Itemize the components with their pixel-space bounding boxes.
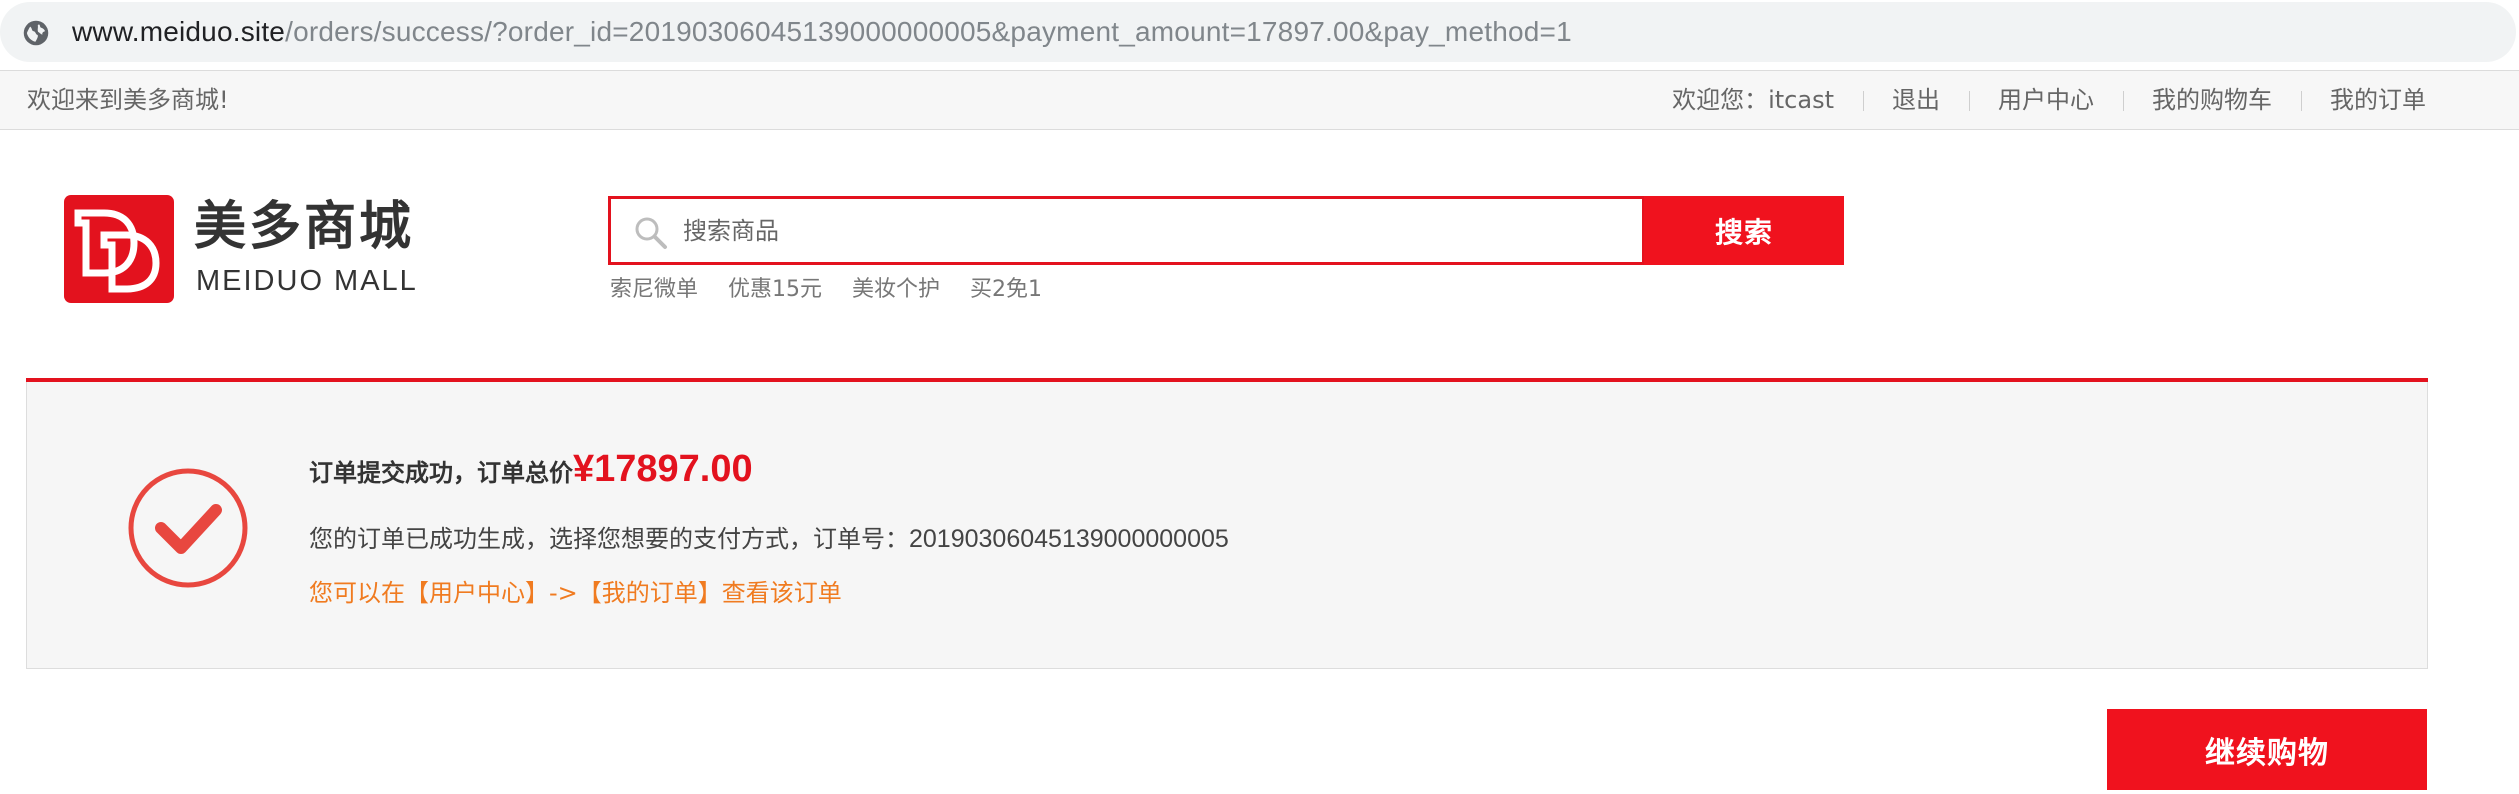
browser-toolbar: www.meiduo.site/orders/success/?order_id…: [0, 0, 2519, 70]
search-button[interactable]: 搜索: [1644, 196, 1844, 265]
order-number: 20190306045139000000005: [909, 525, 1229, 553]
order-detail-label: 您的订单已成功生成，选择您想要的支付方式，订单号：: [309, 525, 909, 553]
user-links: 欢迎您：itcast 退出 用户中心 我的购物车 我的订单: [1643, 71, 2426, 129]
view-order-link[interactable]: 您可以在【用户中心】->【我的订单】查看该订单: [309, 573, 842, 608]
address-bar[interactable]: www.meiduo.site/orders/success/?order_id…: [0, 2, 2516, 62]
order-total-amount: ¥17897.00: [573, 448, 753, 490]
url-host: www.meiduo.site: [72, 16, 286, 47]
logo-mark: [64, 195, 174, 303]
site-topbar: 欢迎来到美多商城! 欢迎您：itcast 退出 用户中心 我的购物车 我的订单: [0, 70, 2519, 130]
my-orders-link[interactable]: 我的订单: [2301, 71, 2426, 129]
url-text: www.meiduo.site/orders/success/?order_id…: [72, 2, 1572, 62]
logo-english-text: MEIDUO MALL: [196, 265, 418, 297]
hot-word-link[interactable]: 索尼微单: [610, 273, 698, 307]
hot-word-link[interactable]: 优惠15元: [728, 273, 822, 307]
my-cart-link[interactable]: 我的购物车: [2123, 71, 2301, 129]
continue-shopping-button[interactable]: 继续购物: [2107, 709, 2427, 790]
hot-word-link[interactable]: 买2免1: [970, 273, 1042, 307]
logo-chinese-text: 美多商城: [194, 197, 415, 257]
order-success-panel: 订单提交成功，订单总价 ¥17897.00 您的订单已成功生成，选择您想要的支付…: [26, 382, 2428, 669]
search-input[interactable]: [683, 199, 1623, 262]
search-icon: [635, 217, 667, 249]
order-success-title: 订单提交成功，订单总价: [309, 459, 573, 487]
dd-logo-icon: [74, 209, 160, 293]
hot-words: 索尼微单 优惠15元 美妆个护 买2免1: [610, 273, 1072, 307]
user-greeting: 欢迎您：itcast: [1672, 86, 1834, 114]
welcome-message: 欢迎来到美多商城!: [27, 86, 229, 114]
hot-word-link[interactable]: 美妆个护: [852, 273, 940, 307]
user-center-link[interactable]: 用户中心: [1969, 71, 2123, 129]
search-box: [608, 196, 1645, 265]
order-detail-line: 您的订单已成功生成，选择您想要的支付方式，订单号：201903060451390…: [309, 519, 1229, 554]
order-total-line: 订单提交成功，订单总价 ¥17897.00: [309, 448, 753, 491]
globe-icon: [23, 20, 49, 46]
url-path: /orders/success/?order_id=20190306045139…: [285, 16, 1572, 47]
check-circle-icon: [128, 468, 248, 588]
site-logo[interactable]: 美多商城 MEIDUO MALL: [64, 195, 416, 305]
logout-link[interactable]: 退出: [1863, 71, 1969, 129]
